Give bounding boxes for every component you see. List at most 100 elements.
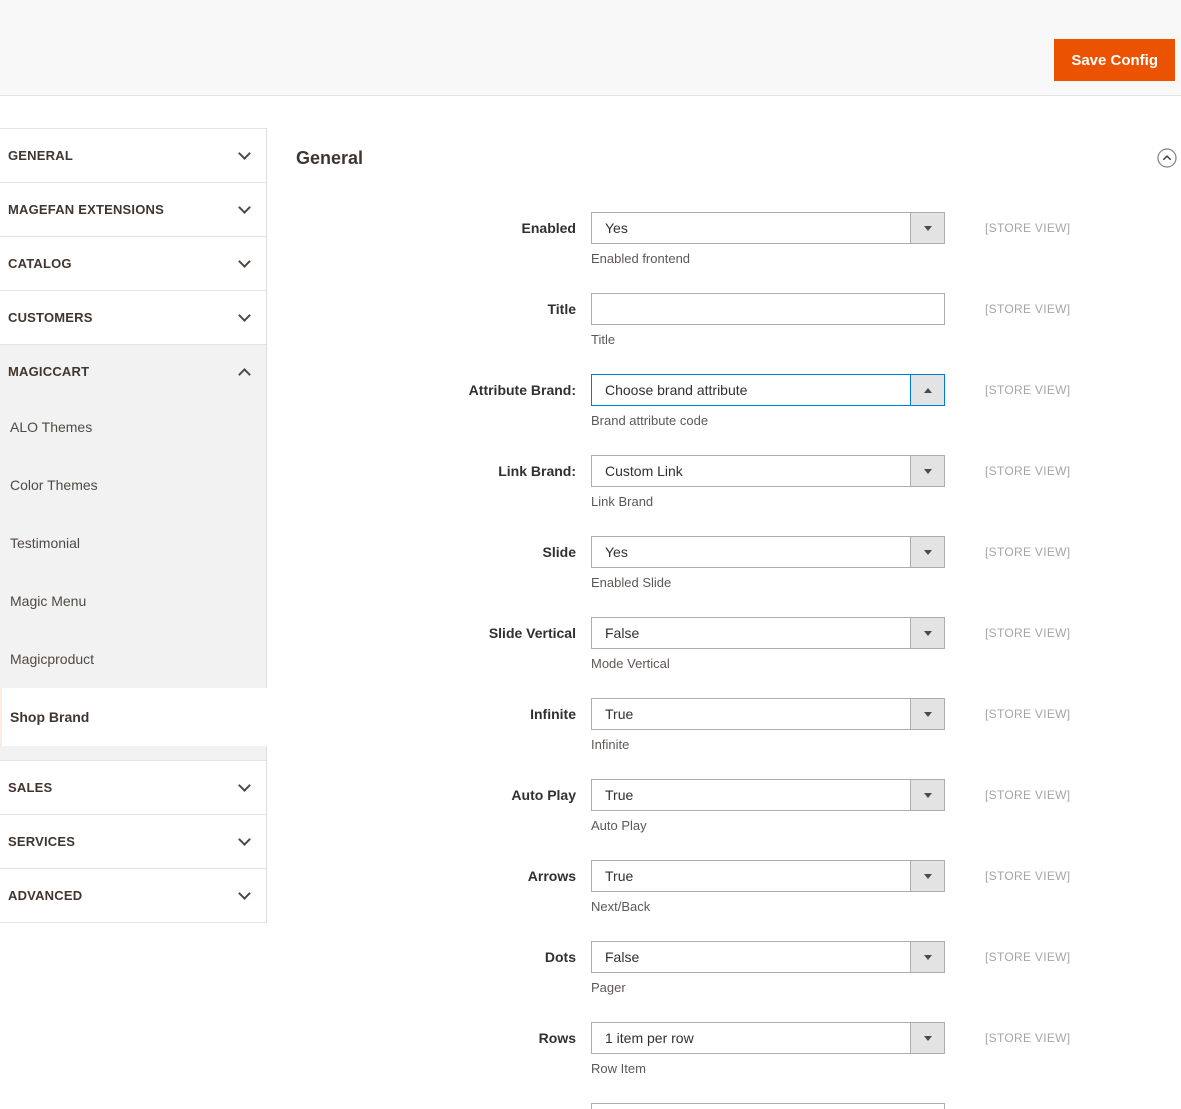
- nav-section-label: MAGEFAN EXTENSIONS: [8, 202, 165, 217]
- sidebar-subitems: ALO Themes Color Themes Testimonial Magi…: [0, 398, 281, 746]
- sidebar-section-advanced[interactable]: ADVANCED: [0, 868, 266, 922]
- nav-item-label: Magicproduct: [10, 651, 95, 667]
- select-value: False: [605, 949, 640, 965]
- field-row-auto-play: Auto Play True Auto Play [STORE VIEW]: [296, 779, 1177, 834]
- chevron-down-icon: [238, 833, 251, 846]
- select-value: True: [605, 868, 634, 884]
- nav-item-label: ALO Themes: [10, 419, 93, 435]
- field-hint: Enabled frontend: [591, 251, 691, 266]
- field-select[interactable]: 1 item per row: [591, 1022, 945, 1054]
- triangle-down-icon: [923, 549, 932, 555]
- store-view-scope: [STORE VIEW]: [985, 626, 1071, 640]
- page-header: Save Config: [0, 0, 1181, 96]
- nav-item-label: Shop Brand: [10, 709, 90, 725]
- field-select[interactable]: False: [591, 941, 945, 973]
- dropdown-arrow-button[interactable]: [910, 618, 944, 648]
- sidebar-item-testimonial[interactable]: Testimonial: [0, 514, 266, 572]
- sidebar-item-color-themes[interactable]: Color Themes: [0, 456, 266, 514]
- field-hint: Enabled Slide: [591, 575, 672, 590]
- field-label: Title: [547, 301, 576, 317]
- dropdown-arrow-button[interactable]: [910, 1023, 944, 1053]
- field-label: Auto Play: [511, 787, 576, 803]
- section-title: General: [296, 148, 364, 168]
- store-view-scope: [STORE VIEW]: [985, 788, 1071, 802]
- field-hint: Title: [591, 332, 616, 347]
- triangle-down-icon: [923, 711, 932, 717]
- config-nav: GENERAL MAGEFAN EXTENSIONS CATALOG CUSTO…: [0, 128, 281, 923]
- field-text-input[interactable]: [591, 293, 945, 325]
- next-field-partial: [296, 1103, 1177, 1109]
- save-config-button[interactable]: Save Config: [1054, 39, 1175, 81]
- next-field-input-partial[interactable]: [591, 1103, 945, 1109]
- dropdown-arrow-button[interactable]: [910, 213, 944, 243]
- field-hint: Infinite: [591, 737, 630, 752]
- dropdown-arrow-button[interactable]: [910, 861, 944, 891]
- chevron-down-icon: [238, 309, 251, 322]
- triangle-up-icon: [923, 387, 932, 393]
- field-hint: Next/Back: [591, 899, 651, 914]
- dropdown-arrow-button[interactable]: [910, 537, 944, 567]
- field-row-title: Title Title [STORE VIEW]: [296, 293, 1177, 348]
- field-select[interactable]: False: [591, 617, 945, 649]
- sidebar-item-shop-brand[interactable]: Shop Brand: [0, 688, 281, 746]
- nav-item-label: Testimonial: [10, 535, 81, 551]
- circle-chevron-up-icon: [1157, 148, 1177, 171]
- triangle-down-icon: [923, 954, 932, 960]
- dropdown-arrow-button[interactable]: [910, 780, 944, 810]
- field-label: Enabled: [521, 220, 576, 236]
- triangle-down-icon: [923, 1035, 932, 1041]
- sidebar-section-general[interactable]: GENERAL: [0, 128, 266, 182]
- nav-section-label: MAGICCART: [8, 364, 90, 379]
- field-select[interactable]: True: [591, 779, 945, 811]
- field-hint: Row Item: [591, 1061, 646, 1076]
- sidebar-section-services[interactable]: SERVICES: [0, 814, 266, 868]
- select-value: True: [605, 706, 634, 722]
- sidebar-item-magic-menu[interactable]: Magic Menu: [0, 572, 266, 630]
- nav-item-label: Magic Menu: [10, 593, 87, 609]
- sidebar-section-customers[interactable]: CUSTOMERS: [0, 290, 266, 344]
- sidebar-item-magicproduct[interactable]: Magicproduct: [0, 630, 266, 688]
- triangle-down-icon: [923, 792, 932, 798]
- select-value: True: [605, 787, 634, 803]
- store-view-scope: [STORE VIEW]: [985, 1031, 1071, 1045]
- field-hint: Pager: [591, 980, 626, 995]
- field-select[interactable]: Custom Link: [591, 455, 945, 487]
- field-hint: Link Brand: [591, 494, 654, 509]
- field-select[interactable]: True: [591, 860, 945, 892]
- sidebar-item-alo-themes[interactable]: ALO Themes: [0, 398, 266, 456]
- dropdown-arrow-button[interactable]: [910, 942, 944, 972]
- store-view-scope: [STORE VIEW]: [985, 464, 1071, 478]
- nav-section-label: CATALOG: [8, 256, 72, 271]
- nav-section-label: GENERAL: [8, 148, 73, 163]
- store-view-scope: [STORE VIEW]: [985, 221, 1071, 235]
- field-select[interactable]: True: [591, 698, 945, 730]
- triangle-down-icon: [923, 225, 932, 231]
- field-select[interactable]: Yes: [591, 536, 945, 568]
- config-main: General Enabled Yes Enabled frontend [ST…: [267, 128, 1181, 1109]
- select-value: 1 item per row: [605, 1030, 694, 1046]
- chevron-down-icon: [238, 779, 251, 792]
- collapse-section-button[interactable]: [1157, 148, 1177, 168]
- sidebar-section-magefan-extensions[interactable]: MAGEFAN EXTENSIONS: [0, 182, 266, 236]
- sidebar-section-magiccart[interactable]: MAGICCART: [0, 344, 266, 398]
- dropdown-arrow-button[interactable]: [910, 375, 944, 405]
- nav-section-label: SALES: [8, 780, 53, 795]
- field-label: Rows: [538, 1030, 576, 1046]
- field-row-infinite: Infinite True Infinite [STORE VIEW]: [296, 698, 1177, 753]
- nav-item-label: Color Themes: [10, 477, 98, 493]
- sidebar-section-sales[interactable]: SALES: [0, 760, 266, 814]
- dropdown-arrow-button[interactable]: [910, 456, 944, 486]
- field-select[interactable]: Choose brand attribute: [591, 374, 945, 406]
- field-label: Link Brand:: [498, 463, 576, 479]
- field-row-slide: Slide Yes Enabled Slide [STORE VIEW]: [296, 536, 1177, 591]
- nav-section-label: SERVICES: [8, 834, 76, 849]
- store-view-scope: [STORE VIEW]: [985, 869, 1071, 883]
- nav-section-label: ADVANCED: [8, 888, 83, 903]
- chevron-down-icon: [238, 887, 251, 900]
- chevron-down-icon: [238, 147, 251, 160]
- field-select[interactable]: Yes: [591, 212, 945, 244]
- sidebar-section-catalog[interactable]: CATALOG: [0, 236, 266, 290]
- select-value: Yes: [605, 544, 628, 560]
- dropdown-arrow-button[interactable]: [910, 699, 944, 729]
- field-row-link-brand: Link Brand: Custom Link Link Brand [STOR…: [296, 455, 1177, 510]
